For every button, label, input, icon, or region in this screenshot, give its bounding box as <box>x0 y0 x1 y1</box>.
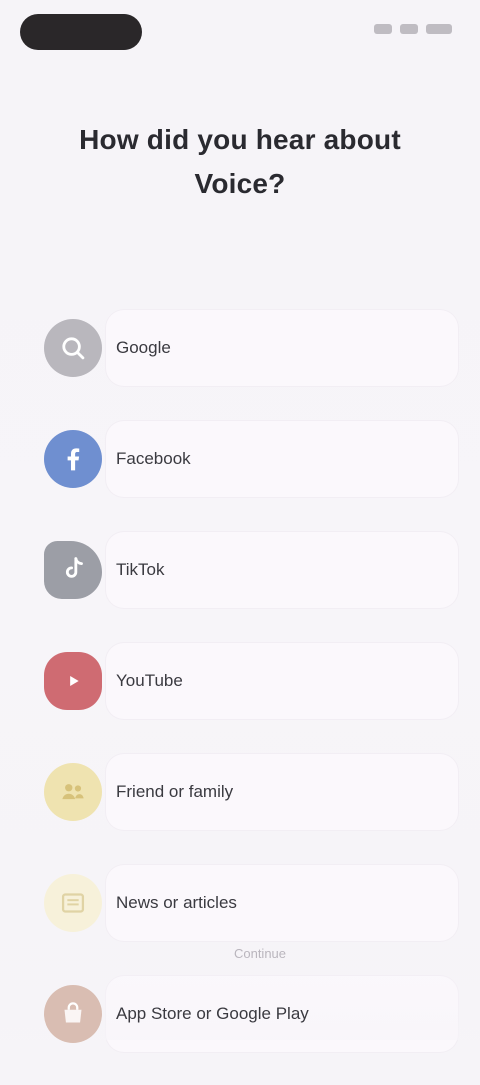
option-facebook[interactable]: Facebook <box>28 419 458 499</box>
tiktok-icon <box>44 541 102 599</box>
dynamic-island <box>20 14 142 50</box>
option-label: App Store or Google Play <box>116 1004 309 1023</box>
option-news-or-articles[interactable]: News or articles <box>28 863 458 943</box>
search-icon <box>44 319 102 377</box>
store-icon <box>44 985 102 1043</box>
option-app-store[interactable]: App Store or Google Play <box>28 974 458 1054</box>
continue-label[interactable]: Continue <box>180 946 340 961</box>
battery-icon <box>426 24 452 34</box>
option-label: News or articles <box>116 893 237 912</box>
status-icons <box>374 24 452 34</box>
youtube-icon <box>44 652 102 710</box>
option-youtube[interactable]: YouTube <box>28 641 458 721</box>
wifi-icon <box>400 24 418 34</box>
page-title: How did you hear about Voice? <box>79 124 401 199</box>
option-label: Google <box>116 338 171 357</box>
option-label: TikTok <box>116 560 165 579</box>
status-bar <box>0 0 480 70</box>
source-option-list: Google Facebook TikTok YouTube Friend or… <box>28 308 458 1085</box>
option-tiktok[interactable]: TikTok <box>28 530 458 610</box>
newspaper-icon <box>44 874 102 932</box>
option-label: Facebook <box>116 449 191 468</box>
signal-icon <box>374 24 392 34</box>
option-google[interactable]: Google <box>28 308 458 388</box>
option-friend-or-family[interactable]: Friend or family <box>28 752 458 832</box>
people-icon <box>44 763 102 821</box>
facebook-icon <box>44 430 102 488</box>
option-label: YouTube <box>116 671 183 690</box>
option-label: Friend or family <box>116 782 234 801</box>
